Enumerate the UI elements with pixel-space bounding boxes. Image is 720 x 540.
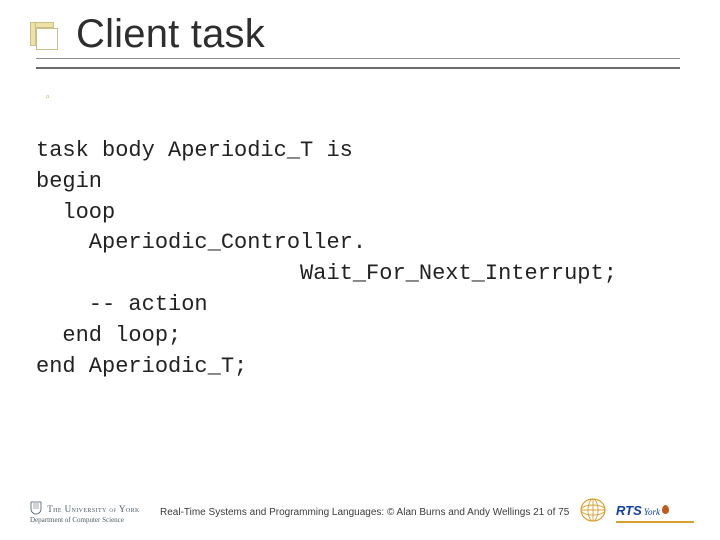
code-line: Wait_For_Next_Interrupt; — [36, 261, 617, 286]
globe-icon — [580, 498, 606, 527]
rts-sub: York — [644, 507, 660, 517]
rts-logo: RTSYork — [580, 498, 694, 522]
university-crest-icon — [30, 501, 42, 515]
code-line: task body Aperiodic_T is — [36, 138, 353, 163]
title-block: Client task — [36, 12, 680, 69]
university-logo: The University of York Department of Com… — [30, 501, 140, 524]
slide-title: Client task — [76, 12, 680, 56]
title-bullet-icon — [36, 28, 58, 50]
footer: The University of York Department of Com… — [0, 490, 720, 530]
code-line: begin — [36, 169, 102, 194]
code-line: -- action — [36, 292, 208, 317]
slide: Client task ▫ task body Aperiodic_T is b… — [0, 0, 720, 540]
title-rule-thin — [36, 58, 680, 59]
footer-credit: Real-Time Systems and Programming Langua… — [160, 507, 569, 518]
uoy-line1-post: York — [117, 504, 140, 514]
pin-icon — [662, 505, 669, 514]
rts-underline — [616, 521, 694, 523]
decorative-square-icon: ▫ — [46, 92, 50, 103]
uoy-line1-pre: The University — [47, 504, 109, 514]
title-rule-thick — [36, 67, 680, 69]
code-line: end Aperiodic_T; — [36, 354, 247, 379]
code-line: Aperiodic_Controller. — [36, 230, 366, 255]
code-line: loop — [36, 200, 115, 225]
uoy-department: Department of Computer Science — [30, 516, 140, 524]
rts-text: RTS — [616, 503, 642, 518]
uoy-line1-of: of — [109, 506, 116, 514]
code-line: end loop; — [36, 323, 181, 348]
code-block: task body Aperiodic_T is begin loop Aper… — [36, 136, 690, 382]
rts-label: RTSYork — [616, 502, 694, 523]
